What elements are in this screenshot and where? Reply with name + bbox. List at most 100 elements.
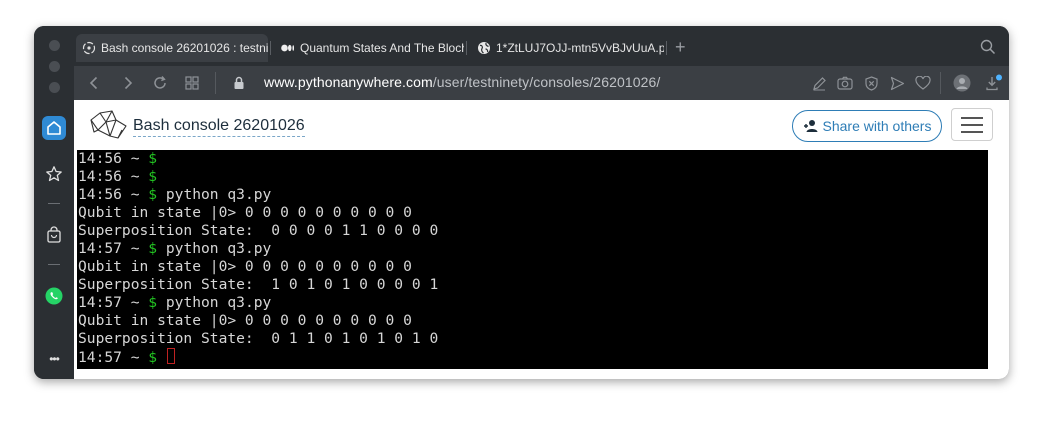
- terminal-output: 14:56 ~ $14:56 ~ $14:56 ~ $ python q3.py…: [78, 150, 438, 366]
- tab-strip: Bash console 26201026 : testni Quantum S…: [74, 26, 1009, 66]
- send-icon: [890, 76, 904, 90]
- window-zoom-button[interactable]: [49, 82, 60, 93]
- menu-bar: [961, 123, 983, 126]
- output-text: Qubit in state |0> 0 0 0 0 0 0 0 0 0 0: [78, 312, 412, 329]
- prompt-symbol: $: [148, 240, 158, 257]
- chevron-right-icon: [124, 76, 133, 90]
- output-text: Superposition State: 0 0 0 0 1 1 0 0 0 0: [78, 222, 439, 239]
- terminal-line: Superposition State: 1 0 1 0 1 0 0 0 0 1: [78, 276, 438, 294]
- prompt-symbol: $: [148, 349, 158, 366]
- profile-button[interactable]: [951, 72, 973, 94]
- window-minimize-button[interactable]: [49, 61, 60, 72]
- chevron-left-icon: [89, 76, 98, 90]
- tab-image-file[interactable]: 1*ZtLUJ7OJJ-mtn5VvBJvUuA.p: [471, 36, 664, 60]
- whatsapp-button[interactable]: [42, 284, 66, 308]
- output-text: Qubit in state |0> 0 0 0 0 0 0 0 0 0 0: [78, 258, 412, 275]
- tab-divider: [466, 41, 467, 55]
- prompt-time: 14:57 ~: [78, 240, 149, 257]
- output-text: Superposition State: 1 0 1 0 1 0 0 0 0 1: [78, 276, 439, 293]
- toolbar-divider: [215, 72, 216, 94]
- sidebar-more-button[interactable]: •••: [42, 347, 66, 371]
- hamburger-menu-button[interactable]: [951, 108, 993, 141]
- whatsapp-icon: [45, 287, 63, 305]
- console-header: Bash console 26201026 Share with others: [74, 100, 1009, 150]
- prompt-time: 14:57 ~: [78, 294, 149, 311]
- shopping-bag-icon: [47, 226, 61, 243]
- grid-icon: [185, 76, 199, 90]
- avatar-icon: [953, 74, 971, 92]
- camera-icon: [837, 76, 853, 90]
- block-trackers-button[interactable]: [860, 72, 882, 94]
- tab-label: Quantum States And The Bloch: [300, 41, 464, 55]
- prompt-time: 14:56 ~: [78, 168, 149, 185]
- menu-bar: [961, 130, 983, 133]
- bookmarks-button[interactable]: [42, 162, 66, 186]
- tab-tiling-button[interactable]: [180, 71, 204, 95]
- download-icon: [986, 74, 1002, 91]
- sidebar-divider: [48, 264, 60, 265]
- terminal-line: Superposition State: 0 1 1 0 1 0 1 0 1 0: [78, 330, 438, 348]
- output-text: Superposition State: 0 1 1 0 1 0 1 0 1 0: [78, 330, 439, 347]
- bash-terminal[interactable]: 14:56 ~ $14:56 ~ $14:56 ~ $ python q3.py…: [77, 150, 988, 369]
- command-text: python q3.py: [157, 240, 272, 257]
- prompt-symbol: $: [148, 150, 158, 167]
- url-host: www.pythonanywhere.com: [264, 74, 433, 90]
- console-title[interactable]: Bash console 26201026: [133, 117, 305, 137]
- start-page-button[interactable]: [42, 116, 66, 140]
- tab-label: Bash console 26201026 : testni: [101, 41, 268, 55]
- command-text: [157, 349, 166, 366]
- command-text: python q3.py: [157, 294, 272, 311]
- favorite-button[interactable]: [912, 72, 934, 94]
- home-icon: [47, 121, 61, 135]
- shield-block-icon: [864, 75, 878, 91]
- send-button[interactable]: [886, 72, 908, 94]
- pythonanywhere-icon: [82, 41, 96, 55]
- forward-button[interactable]: [116, 71, 140, 95]
- address-toolbar: www.pythonanywhere.com/user/testninety/c…: [74, 66, 1009, 100]
- tab-quantum-states[interactable]: Quantum States And The Bloch: [275, 36, 464, 60]
- terminal-line: Qubit in state |0> 0 0 0 0 0 0 0 0 0 0: [78, 204, 438, 222]
- reload-button[interactable]: [148, 71, 172, 95]
- tab-divider: [666, 41, 667, 55]
- share-button-label: Share with others: [822, 118, 932, 134]
- downloads-button[interactable]: [983, 72, 1005, 94]
- prompt-time: 14:57 ~: [78, 349, 149, 366]
- prompt-time: 14:56 ~: [78, 186, 149, 203]
- terminal-line: 14:57 ~ $: [78, 348, 438, 366]
- search-tabs-button[interactable]: [980, 39, 998, 57]
- back-button[interactable]: [82, 71, 106, 95]
- add-user-icon: [803, 119, 819, 133]
- globe-icon: [477, 41, 491, 55]
- new-tab-button[interactable]: +: [675, 37, 686, 58]
- terminal-line: Superposition State: 0 0 0 0 1 1 0 0 0 0: [78, 222, 438, 240]
- share-button[interactable]: Share with others: [792, 110, 942, 142]
- sidebar-divider: [48, 203, 60, 204]
- address-field[interactable]: www.pythonanywhere.com/user/testninety/c…: [264, 74, 660, 90]
- prompt-symbol: $: [148, 168, 158, 185]
- medium-icon: [281, 41, 295, 55]
- window-close-button[interactable]: [49, 40, 60, 51]
- terminal-line: 14:57 ~ $ python q3.py: [78, 294, 438, 312]
- terminal-line: Qubit in state |0> 0 0 0 0 0 0 0 0 0 0: [78, 312, 438, 330]
- url-path: /user/testninety/consoles/26201026/: [432, 74, 661, 90]
- menu-bar: [961, 116, 983, 119]
- terminal-line: 14:56 ~ $ python q3.py: [78, 186, 438, 204]
- terminal-cursor: [166, 348, 175, 364]
- toolbar-divider: [940, 72, 941, 94]
- shopping-button[interactable]: [42, 223, 66, 247]
- tab-bash-console[interactable]: Bash console 26201026 : testni: [76, 34, 268, 62]
- command-text: python q3.py: [157, 186, 272, 203]
- page-content: Bash console 26201026 Share with others …: [74, 100, 1009, 379]
- prompt-symbol: $: [148, 294, 158, 311]
- terminal-line: 14:56 ~ $: [78, 168, 438, 186]
- terminal-line: Qubit in state |0> 0 0 0 0 0 0 0 0 0 0: [78, 258, 438, 276]
- heart-icon: [915, 76, 931, 90]
- search-icon: [980, 39, 996, 55]
- edit-icon: [812, 76, 826, 90]
- site-info-button[interactable]: [227, 71, 251, 95]
- output-text: Qubit in state |0> 0 0 0 0 0 0 0 0 0 0: [78, 204, 412, 221]
- terminal-line: 14:57 ~ $ python q3.py: [78, 240, 438, 258]
- capture-button[interactable]: [834, 72, 856, 94]
- tab-label: 1*ZtLUJ7OJJ-mtn5VvBJvUuA.p: [496, 41, 664, 55]
- edit-address-button[interactable]: [808, 72, 830, 94]
